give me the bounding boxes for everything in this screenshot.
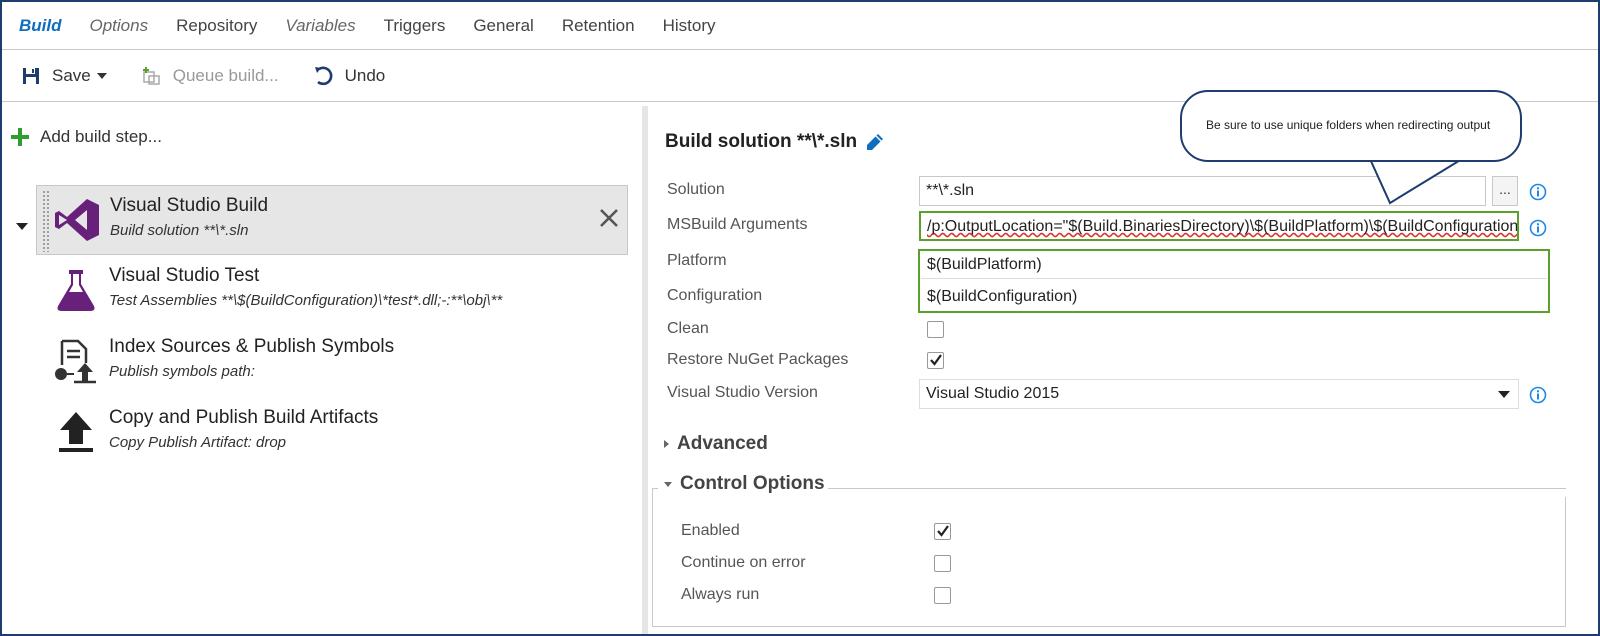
browse-button[interactable]: ... [1492,176,1518,206]
flask-icon [57,270,95,311]
build-step-visual-studio-test[interactable]: Visual Studio Test Test Assemblies **\$(… [36,256,628,326]
build-step-index-sources[interactable]: Index Sources & Publish Symbols Publish … [36,327,628,397]
upload-arrow-icon [59,412,93,452]
callout-tail [1369,159,1463,205]
msbuild-arguments-value: /p:OutputLocation="$(Build.BinariesDirec… [927,218,1519,235]
chevron-down-icon [1498,391,1510,398]
always-run-row: Always run [681,586,759,604]
msbuild-arguments-row: MSBuild Arguments /p:OutputLocation="$(B… [667,211,1567,241]
visual-studio-icon [55,199,99,241]
pencil-icon[interactable] [865,132,885,152]
enabled-label: Enabled [681,522,740,539]
enabled-checkbox[interactable] [934,523,951,540]
queue-build-icon [141,65,163,87]
queue-build-button[interactable]: Queue build... [141,65,279,87]
panel-title: Build solution **\*.sln [665,131,885,153]
vs-version-value: Visual Studio 2015 [926,385,1060,402]
queue-build-label: Queue build... [172,66,279,85]
step-title: Copy and Publish Build Artifacts [109,407,379,428]
enabled-row: Enabled [681,522,740,540]
info-icon[interactable] [1529,183,1547,201]
build-definition-window: Build Options Repository Variables Trigg… [0,0,1600,636]
add-build-step-label: Add build step... [40,127,162,146]
checkmark-icon [930,354,942,366]
step-title: Visual Studio Test [109,265,260,286]
always-run-label: Always run [681,586,760,603]
advanced-label: Advanced [677,433,768,454]
restore-nuget-row: Restore NuGet Packages [667,346,1567,376]
info-icon[interactable] [1529,219,1547,237]
tab-options[interactable]: Options [90,16,149,36]
callout-text: Be sure to use unique folders when redir… [1206,118,1491,132]
publish-symbols-icon [55,339,96,384]
vs-version-label: Visual Studio Version [667,384,818,401]
restore-nuget-checkbox[interactable] [927,352,944,369]
control-options-label: Control Options [680,473,825,494]
save-button[interactable]: Save [20,65,107,87]
close-icon[interactable] [597,206,621,230]
tab-repository[interactable]: Repository [176,16,257,36]
configuration-label: Configuration [667,287,763,304]
tab-bar: Build Options Repository Variables Trigg… [2,2,1598,50]
step-name-label: Build solution **\*.sln [665,131,858,152]
tab-variables[interactable]: Variables [285,16,355,36]
solution-label: Solution [667,181,725,198]
vs-version-row: Visual Studio Version Visual Studio 2015 [667,379,1567,409]
step-subtitle: Copy Publish Artifact: drop [109,434,287,451]
tab-general[interactable]: General [473,16,533,36]
collapse-caret-icon[interactable] [16,223,28,230]
step-title: Visual Studio Build [110,195,269,216]
msbuild-arguments-input[interactable]: /p:OutputLocation="$(Build.BinariesDirec… [919,211,1519,241]
checkmark-icon [937,525,949,537]
undo-icon [313,65,335,87]
clean-label: Clean [667,320,709,337]
vs-version-select[interactable]: Visual Studio 2015 [919,379,1519,409]
platform-row: Platform $(BuildPlatform) [667,247,1567,279]
tab-retention[interactable]: Retention [562,16,635,36]
collapse-triangle-icon [664,481,672,487]
floppy-disk-icon [20,65,42,87]
info-icon[interactable] [1529,386,1547,404]
tab-triggers[interactable]: Triggers [384,16,446,36]
step-subtitle: Test Assemblies **\$(BuildConfiguration)… [109,292,503,309]
build-step-copy-publish-artifacts[interactable]: Copy and Publish Build Artifacts Copy Pu… [36,398,628,468]
tab-history[interactable]: History [663,16,716,36]
plus-icon [11,128,29,146]
step-subtitle: Build solution **\*.sln [110,222,249,239]
drag-handle[interactable] [42,190,50,252]
configuration-input[interactable]: $(BuildConfiguration) [921,283,1547,311]
platform-label: Platform [667,252,727,269]
callout-bubble: Be sure to use unique folders when redir… [1180,90,1522,162]
save-label: Save [52,66,91,85]
continue-on-error-checkbox[interactable] [934,555,951,572]
build-step-visual-studio-build[interactable]: Visual Studio Build Build solution **\*.… [36,185,628,255]
add-build-step-button[interactable]: Add build step... [10,127,162,147]
continue-on-error-row: Continue on error [681,554,806,572]
continue-on-error-label: Continue on error [681,554,806,571]
build-steps-panel: Add build step... Visual Studio Build Bu… [2,103,634,634]
advanced-section-toggle[interactable]: Advanced [664,433,768,455]
expand-triangle-icon [664,440,669,448]
group-border-corner [652,488,653,498]
tab-build[interactable]: Build [19,16,62,36]
control-options-toggle[interactable]: Control Options [664,473,825,495]
step-title: Index Sources & Publish Symbols [109,336,395,357]
undo-label: Undo [344,66,386,85]
undo-button[interactable]: Undo [313,65,386,87]
platform-input[interactable]: $(BuildPlatform) [921,251,1547,279]
always-run-checkbox[interactable] [934,587,951,604]
clean-checkbox[interactable] [927,321,944,338]
restore-nuget-label: Restore NuGet Packages [667,351,849,368]
clean-row: Clean [667,315,1567,345]
panel-splitter[interactable] [642,106,648,634]
msbuild-arguments-label: MSBuild Arguments [667,216,808,233]
chevron-down-icon[interactable] [96,73,107,79]
configuration-row: Configuration $(BuildConfiguration) [667,282,1567,312]
step-subtitle: Publish symbols path: [109,363,255,380]
group-border-right [828,488,1566,489]
